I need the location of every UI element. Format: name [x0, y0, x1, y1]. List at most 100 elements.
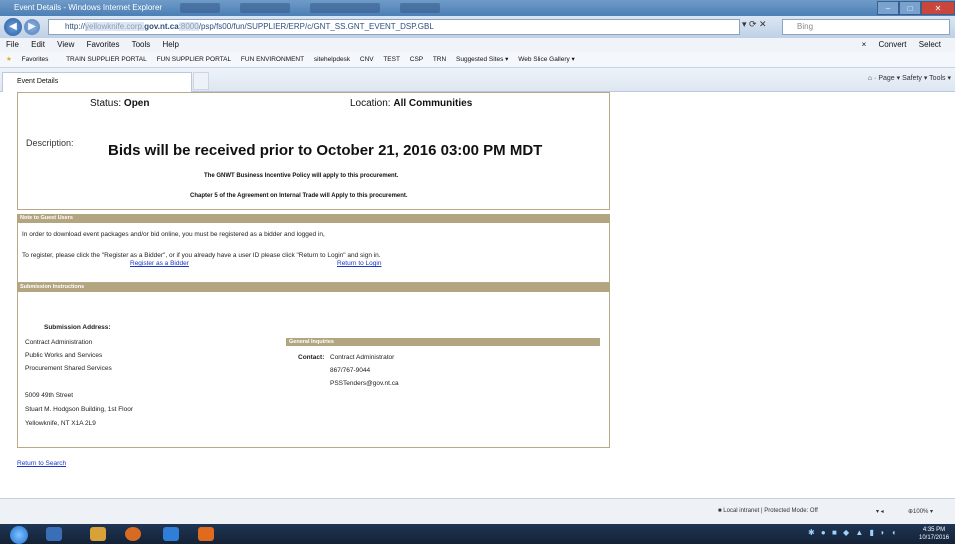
- url-input[interactable]: http://yellowknife.corp.gov.nt.ca:8000/p…: [48, 19, 740, 35]
- submission-line: Procurement Shared Services: [25, 365, 112, 372]
- tab-bar: Event Details ⌂ · Page ▾ Safety ▾ Tools …: [0, 68, 955, 92]
- guest-header: Note to Guest Users: [17, 214, 610, 223]
- fav-item[interactable]: Web Slice Gallery ▾: [518, 56, 575, 63]
- new-tab-button[interactable]: [193, 72, 209, 90]
- menu-edit[interactable]: Edit: [31, 40, 45, 49]
- star-icon: ★: [6, 56, 12, 63]
- description-label: Description:: [26, 138, 74, 148]
- bids-deadline: Bids will be received prior to October 2…: [108, 142, 543, 159]
- search-placeholder: Bing: [797, 22, 814, 31]
- register-link[interactable]: Register as a Bidder: [130, 260, 189, 267]
- status-value: Open: [123, 98, 150, 109]
- maximize-button[interactable]: □: [899, 1, 921, 15]
- window-title-bar: Event Details - Windows Internet Explore…: [0, 0, 955, 16]
- contact-line: PSSTenders@gov.nt.ca: [330, 380, 399, 387]
- ie-icon[interactable]: [163, 527, 179, 541]
- guest-line-1: In order to download event packages and/…: [22, 231, 325, 238]
- fav-item[interactable]: Suggested Sites ▾: [456, 56, 508, 63]
- zone-text: Local intranet | Protected Mode: Off: [723, 508, 818, 514]
- contact-label: Contact:: [298, 354, 325, 361]
- convert-button[interactable]: Convert: [879, 40, 907, 49]
- close-toolbar-icon[interactable]: ×: [862, 40, 867, 49]
- home-icon[interactable]: ⌂: [868, 75, 872, 82]
- guest-line-2: To register, please click the "Register …: [22, 252, 381, 259]
- status-label: Status:: [90, 98, 122, 109]
- close-button[interactable]: ✕: [921, 1, 955, 15]
- location-label: Location:: [350, 98, 391, 109]
- url-blurred-port: :8000: [178, 22, 199, 31]
- url-prefix: http://: [65, 22, 86, 31]
- window-title: Event Details - Windows Internet Explore…: [14, 3, 163, 12]
- command-bar-menus: Page ▾ Safety ▾ Tools ▾: [878, 75, 951, 82]
- submission-address-label: Submission Address:: [44, 324, 111, 331]
- submission-line: Contract Administration: [25, 339, 93, 346]
- minimize-button[interactable]: –: [877, 1, 899, 15]
- search-input[interactable]: Bing: [782, 19, 950, 35]
- system-tray[interactable]: ✱ ● ■ ◆ ▲ ▮ ◗ ◖: [808, 528, 898, 537]
- return-to-login-link[interactable]: Return to Login: [337, 260, 381, 267]
- tab-label: Event Details: [17, 78, 59, 85]
- return-to-search-link[interactable]: Return to Search: [17, 460, 66, 467]
- clock-date: 10/17/2016: [919, 535, 950, 541]
- blurred-title-area: [240, 3, 290, 13]
- policy-line: The GNWT Business Incentive Policy will …: [204, 173, 399, 179]
- folder-icon[interactable]: [90, 527, 106, 541]
- clock-time: 4:35 PM: [922, 527, 946, 533]
- fav-item[interactable]: TRAIN SUPPLIER PORTAL: [66, 56, 147, 63]
- command-bar[interactable]: ⌂ · Page ▾ Safety ▾ Tools ▾: [868, 74, 951, 82]
- favorites-label: Favorites: [21, 56, 49, 63]
- menu-help[interactable]: Help: [163, 40, 179, 49]
- menu-bar: File Edit View Favorites Tools Help × Co…: [0, 38, 955, 52]
- fav-item[interactable]: CSP: [410, 56, 423, 63]
- fav-item[interactable]: CNV: [360, 56, 374, 63]
- menu-right-tools: × Convert Select: [862, 38, 951, 52]
- status-field: Status: Open: [90, 98, 149, 109]
- url-host: gov.nt.ca: [144, 22, 179, 31]
- zoom-value: 100%: [913, 509, 929, 515]
- blurred-title-area: [400, 3, 440, 13]
- security-zone: ■ Local intranet | Protected Mode: Off: [718, 508, 818, 514]
- start-button[interactable]: [10, 526, 28, 544]
- contact-line: 867/767-9044: [330, 367, 371, 374]
- explorer-icon[interactable]: [46, 527, 62, 541]
- location-field: Location: All Communities: [350, 98, 472, 109]
- media-player-icon[interactable]: [125, 527, 141, 541]
- address-bar: ◀ ▶ http://yellowknife.corp.gov.nt.ca:80…: [0, 16, 955, 38]
- street-line: Stuart M. Hodgson Building, 1st Floor: [25, 406, 134, 413]
- refresh-stop-buttons[interactable]: ▾ ⟳ ✕: [742, 19, 767, 30]
- fav-item[interactable]: TRN: [433, 56, 446, 63]
- favorites-button[interactable]: ★ Favorites: [6, 56, 56, 63]
- zoom-controls[interactable]: ▾ ◂: [876, 508, 884, 515]
- url-blurred: yellowknife.corp.: [85, 22, 145, 31]
- location-value: All Communities: [393, 98, 473, 109]
- office-icon[interactable]: [198, 527, 214, 541]
- fav-item[interactable]: FUN SUPPLIER PORTAL: [157, 56, 232, 63]
- url-path: psp/fs00/fun/SUPPLIER/ERP/c/GNT_SS.GNT_E…: [200, 22, 434, 31]
- clock[interactable]: 4:35 PM 10/17/2016: [919, 526, 949, 542]
- back-button[interactable]: ◀: [4, 18, 22, 36]
- street-line: 5009 49th Street: [25, 392, 74, 399]
- submission-header: Submission Instructions: [17, 283, 610, 292]
- menu-tools[interactable]: Tools: [132, 40, 151, 49]
- taskbar: ✱ ● ■ ◆ ▲ ▮ ◗ ◖ 4:35 PM 10/17/2016: [0, 524, 955, 544]
- menu-favorites[interactable]: Favorites: [87, 40, 120, 49]
- status-bar: ■ Local intranet | Protected Mode: Off ▾…: [0, 498, 955, 524]
- forward-button[interactable]: ▶: [24, 19, 40, 35]
- chapter-line: Chapter 5 of the Agreement on Internal T…: [190, 193, 408, 199]
- menu-view[interactable]: View: [57, 40, 74, 49]
- intranet-icon: ■: [718, 508, 722, 514]
- inquiries-header: General Inquiries: [286, 338, 600, 346]
- blurred-title-area: [310, 3, 380, 13]
- window-controls: – □ ✕: [877, 0, 955, 16]
- blurred-title-area: [180, 3, 220, 13]
- fav-item[interactable]: FUN ENVIRONMENT: [241, 56, 304, 63]
- select-button[interactable]: Select: [919, 40, 941, 49]
- contact-line: Contract Administrator: [330, 354, 395, 361]
- menu-file[interactable]: File: [6, 40, 19, 49]
- submission-line: Public Works and Services: [25, 352, 103, 359]
- fav-item[interactable]: sitehelpdesk: [314, 56, 350, 63]
- zoom-level[interactable]: ⊕100% ▾: [908, 508, 933, 515]
- fav-item[interactable]: TEST: [383, 56, 400, 63]
- tab-event-details[interactable]: Event Details: [2, 72, 192, 92]
- street-line: Yellowknife, NT X1A 2L9: [25, 420, 96, 427]
